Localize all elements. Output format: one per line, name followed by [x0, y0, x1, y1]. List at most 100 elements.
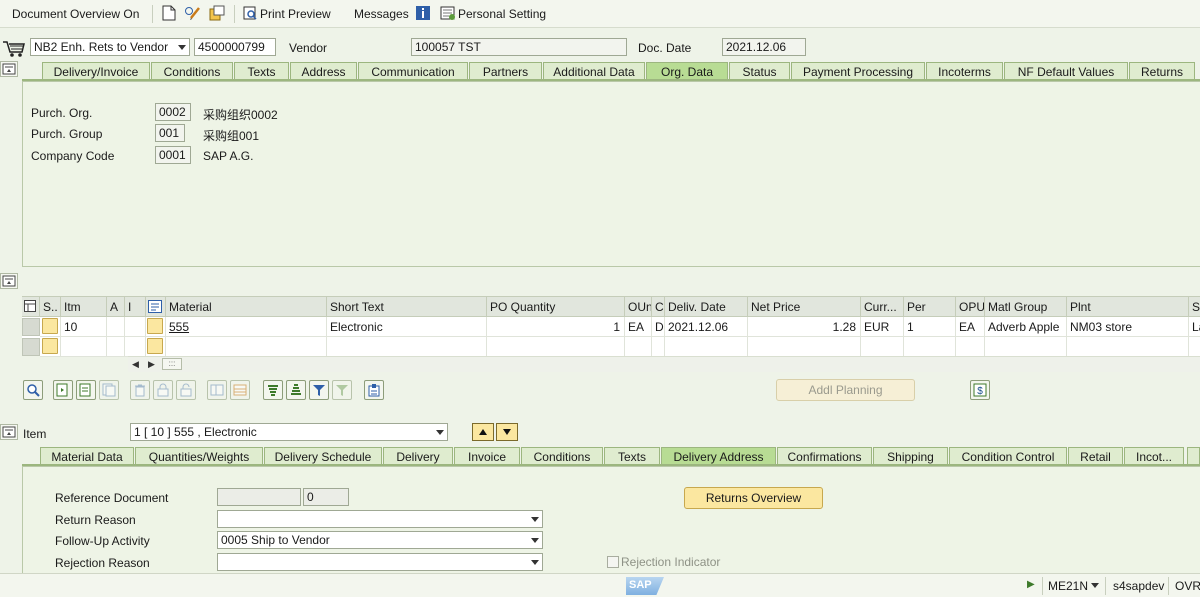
currency-cell[interactable]: EUR: [861, 317, 904, 337]
delivery-date-cell[interactable]: [665, 337, 748, 357]
personal-setting-button[interactable]: Personal Setting: [458, 7, 546, 21]
tab-confirmations[interactable]: Confirmations: [777, 447, 872, 465]
currency-cell[interactable]: [861, 337, 904, 357]
item-cell[interactable]: 10: [61, 317, 107, 337]
order-unit-cell[interactable]: EA: [625, 317, 652, 337]
status-cell[interactable]: [40, 337, 61, 357]
other-purchase-order-icon[interactable]: [208, 4, 226, 22]
tab-delivery-schedule[interactable]: Delivery Schedule: [264, 447, 382, 465]
date-category-cell[interactable]: [652, 337, 665, 357]
tab-texts[interactable]: Texts: [234, 62, 289, 80]
tab-incoterms-item[interactable]: Incot...: [1124, 447, 1184, 465]
horizontal-scrollbar[interactable]: ◀ ▶ :::: [128, 356, 1200, 372]
returns-overview-button[interactable]: Returns Overview: [684, 487, 823, 509]
chevron-down-icon[interactable]: [1091, 583, 1099, 588]
column-header-plant[interactable]: Plnt: [1067, 297, 1189, 317]
tab-incoterms[interactable]: Incoterms: [926, 62, 1003, 80]
currency-exchange-icon[interactable]: $: [970, 380, 990, 400]
column-header-currency[interactable]: Curr...: [861, 297, 904, 317]
column-header-item[interactable]: Itm: [61, 297, 107, 317]
material-search-icon[interactable]: [146, 297, 166, 317]
return-reason-dropdown[interactable]: [217, 510, 543, 528]
scroll-thumb[interactable]: :::: [162, 358, 182, 370]
storage-cell[interactable]: La: [1189, 317, 1200, 337]
copy-lines-icon[interactable]: [207, 380, 227, 400]
tab-item-conditions[interactable]: Conditions: [521, 447, 603, 465]
po-number-field[interactable]: 4500000799: [194, 38, 276, 56]
tab-additional-data[interactable]: Additional Data: [543, 62, 645, 80]
tab-status[interactable]: Status: [729, 62, 790, 80]
short-text-cell[interactable]: Electronic: [327, 317, 487, 337]
plant-cell[interactable]: [1067, 337, 1189, 357]
purch-group-field[interactable]: 001: [155, 124, 185, 142]
print-preview-icon[interactable]: [241, 4, 259, 22]
tab-list-menu-icon[interactable]: [1187, 447, 1200, 465]
tab-conditions[interactable]: Conditions: [151, 62, 233, 80]
date-category-cell[interactable]: D: [652, 317, 665, 337]
tab-quantities-weights[interactable]: Quantities/Weights: [135, 447, 263, 465]
row-selector[interactable]: [22, 338, 40, 356]
rejection-reason-dropdown[interactable]: [217, 553, 543, 571]
tab-invoice[interactable]: Invoice: [454, 447, 520, 465]
material-help-cell[interactable]: [146, 337, 166, 357]
material-cell[interactable]: [166, 337, 327, 357]
tab-address[interactable]: Address: [290, 62, 357, 80]
reference-document-item-field[interactable]: 0: [303, 488, 349, 506]
row-selector[interactable]: [22, 318, 40, 336]
copy-item-icon[interactable]: [99, 380, 119, 400]
default-values-icon[interactable]: [364, 380, 384, 400]
print-preview-button[interactable]: Print Preview: [260, 7, 331, 21]
delivery-date-cell[interactable]: 2021.12.06: [665, 317, 748, 337]
tab-org-data[interactable]: Org. Data: [646, 62, 728, 80]
scroll-left-icon[interactable]: ◀: [132, 359, 139, 370]
reference-document-field[interactable]: [217, 488, 301, 506]
column-header-order-unit[interactable]: OUn: [625, 297, 652, 317]
status-cell[interactable]: [40, 317, 61, 337]
column-header-delivery-date[interactable]: Deliv. Date: [665, 297, 748, 317]
doc-date-field[interactable]: 2021.12.06: [722, 38, 806, 56]
material-group-cell[interactable]: Adverb Apple: [985, 317, 1067, 337]
messages-button[interactable]: Messages: [354, 7, 409, 21]
account-assignment-cell[interactable]: [107, 317, 125, 337]
insert-mode[interactable]: OVR: [1175, 579, 1200, 593]
total-icon[interactable]: [332, 380, 352, 400]
tab-delivery-address[interactable]: Delivery Address: [661, 447, 776, 465]
account-assignment-cell[interactable]: [107, 337, 125, 357]
purch-org-field[interactable]: 0002: [155, 103, 191, 121]
column-header-account-assignment[interactable]: A: [107, 297, 125, 317]
tab-nf-default-values[interactable]: NF Default Values: [1004, 62, 1128, 80]
column-header-net-price[interactable]: Net Price: [748, 297, 861, 317]
tab-shipping[interactable]: Shipping: [873, 447, 948, 465]
shopping-cart-icon[interactable]: [2, 39, 26, 59]
filter-icon[interactable]: [309, 380, 329, 400]
company-code-field[interactable]: 0001: [155, 146, 191, 164]
column-header-material-group[interactable]: Matl Group: [985, 297, 1067, 317]
delete-item-icon[interactable]: [130, 380, 150, 400]
column-header-short-text[interactable]: Short Text: [327, 297, 487, 317]
sort-ascending-icon[interactable]: [263, 380, 283, 400]
opu-cell[interactable]: EA: [956, 317, 985, 337]
sort-descending-icon[interactable]: [286, 380, 306, 400]
collapse-item-detail-icon[interactable]: [0, 424, 18, 440]
unlock-item-icon[interactable]: [176, 380, 196, 400]
tab-communication[interactable]: Communication: [358, 62, 468, 80]
next-item-button[interactable]: [496, 423, 518, 441]
document-type-dropdown[interactable]: NB2 Enh. Rets to Vendor: [30, 38, 190, 56]
column-header-material[interactable]: Material: [166, 297, 327, 317]
insert-lines-icon[interactable]: [230, 380, 250, 400]
material-link[interactable]: 555: [169, 320, 189, 334]
po-quantity-cell[interactable]: 1: [487, 317, 625, 337]
column-header-storage[interactable]: S: [1189, 297, 1200, 317]
followup-activity-dropdown[interactable]: 0005 Ship to Vendor: [217, 531, 543, 549]
info-icon[interactable]: [414, 4, 432, 22]
column-header-opu[interactable]: OPU: [956, 297, 985, 317]
tab-item-texts[interactable]: Texts: [604, 447, 660, 465]
storage-cell[interactable]: [1189, 337, 1200, 357]
tab-condition-control[interactable]: Condition Control: [949, 447, 1067, 465]
tab-partners[interactable]: Partners: [469, 62, 542, 80]
rejection-indicator-checkbox[interactable]: [607, 556, 619, 568]
scroll-right-icon[interactable]: ▶: [148, 359, 155, 370]
column-header-po-quantity[interactable]: PO Quantity: [487, 297, 625, 317]
opu-cell[interactable]: [956, 337, 985, 357]
item-cell[interactable]: [61, 337, 107, 357]
